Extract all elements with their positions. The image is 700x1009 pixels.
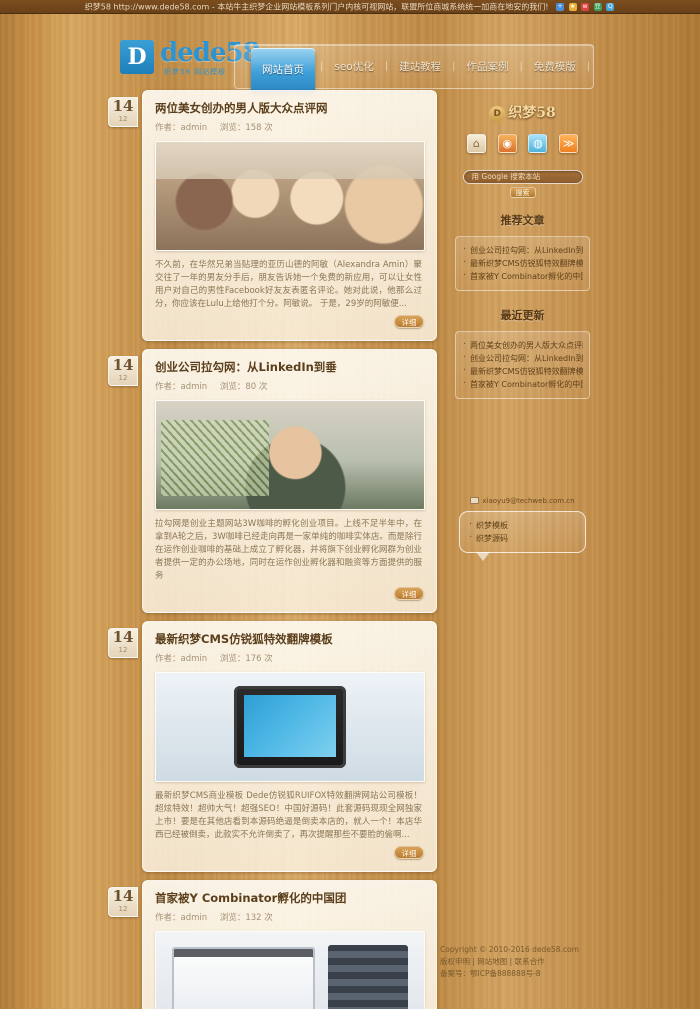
sidebar-logo-badge-icon: D <box>489 106 506 122</box>
article-title[interactable]: 创业公司拉勾网：从LinkedIn到垂 <box>155 360 424 374</box>
nav-item-templates[interactable]: 免费模版 <box>524 59 586 74</box>
qzone-icon[interactable]: Q <box>606 2 615 11</box>
list-item[interactable]: 织梦模板 <box>468 519 577 532</box>
article-title[interactable]: 两位美女创办的男人版大众点评网 <box>155 101 424 115</box>
article-meta: 作者：admin 浏览：176 次 <box>155 652 424 664</box>
sidebar-icon-row: ⌂ ◉ ◍ ≫ <box>455 130 590 163</box>
site-logo[interactable]: D dede58 织梦58 网站模板 <box>120 40 261 80</box>
article-date: 14 12 <box>108 887 138 917</box>
article-date-month: 12 <box>118 646 128 654</box>
article-card[interactable]: 14 12 最新织梦CMS仿锐狐特效翻牌模板 作者：admin 浏览：176 次… <box>108 621 437 872</box>
article-card[interactable]: 14 12 两位美女创办的男人版大众点评网 作者：admin 浏览：158 次 … <box>108 90 437 341</box>
article-date-day: 14 <box>112 628 134 646</box>
article-thumbnail[interactable] <box>155 672 425 782</box>
recommend-heading: 推荐文章 <box>500 213 545 227</box>
list-item[interactable]: 首家被Y Combinator孵化的中国团 <box>462 270 583 283</box>
sidebar-email[interactable]: xiaoyu9@techweb.com.cn <box>455 489 590 509</box>
sidebar: D织梦58 ⌂ ◉ ◍ ≫ 搜索 推荐文章 创业公司拉勾网：从LinkedIn到… <box>455 90 590 1009</box>
article-views: 浏览：176 次 <box>219 654 273 664</box>
top-notice-text: 织梦58 http://www.dede58.com - 本站牛主织梦企业网站模… <box>84 2 549 12</box>
rss-icon[interactable]: ≫ <box>559 134 579 153</box>
list-item[interactable]: 织梦源码 <box>468 532 577 545</box>
eye-icon[interactable]: ◉ <box>497 134 517 153</box>
article-author: 作者：admin <box>155 913 208 923</box>
top-notice-bar: 织梦58 http://www.dede58.com - 本站牛主织梦企业网站模… <box>0 0 700 14</box>
search-button[interactable]: 搜索 <box>509 186 536 198</box>
article-list: 14 12 两位美女创办的男人版大众点评网 作者：admin 浏览：158 次 … <box>108 90 437 1009</box>
sidebar-email-text: xiaoyu9@techweb.com.cn <box>482 496 575 505</box>
article-title[interactable]: 最新织梦CMS仿锐狐特效翻牌模板 <box>155 632 424 646</box>
list-item[interactable]: 创业公司拉勾网：从LinkedIn到垂 <box>462 352 583 365</box>
main-navigation: 网站首页 | seo优化 | 建站教程 | 作品案例 | 免费模版 | <box>234 44 594 92</box>
nav-items: 网站首页 | seo优化 | 建站教程 | 作品案例 | 免费模版 | <box>235 45 591 92</box>
article-date-day: 14 <box>112 97 134 115</box>
article-views: 浏览：80 次 <box>219 382 268 392</box>
article-views: 浏览：132 次 <box>219 913 273 923</box>
recent-list: 两位美女创办的男人版大众点评网 创业公司拉勾网：从LinkedIn到垂 最新织梦… <box>455 330 590 399</box>
sina-icon[interactable]: w <box>581 2 590 11</box>
article-meta: 作者：admin 浏览：158 次 <box>155 121 424 133</box>
logo-subtitle: 织梦58 网站模板 <box>164 68 227 76</box>
favorite-icon[interactable]: ★ <box>568 2 577 11</box>
home-icon[interactable]: ⌂ <box>466 134 486 153</box>
article-meta: 作者：admin 浏览：80 次 <box>155 380 424 392</box>
article-date-month: 12 <box>118 115 128 123</box>
article-date: 14 12 <box>108 356 138 386</box>
sidebar-search: 搜索 <box>455 163 590 202</box>
article-date-month: 12 <box>118 905 128 913</box>
list-item[interactable]: 创业公司拉勾网：从LinkedIn到垂 <box>462 244 583 257</box>
sidebar-logo[interactable]: D 织梦58 <box>455 90 590 130</box>
article-excerpt: 最新织梦CMS商业模板 Dede仿锐狐RUIFOX特效翻牌网站公司模板！超炫特效… <box>155 791 422 840</box>
list-item[interactable]: 两位美女创办的男人版大众点评网 <box>462 339 583 352</box>
article-more-button[interactable]: 详细 <box>394 315 424 328</box>
list-item[interactable]: 首家被Y Combinator孵化的中国团 <box>462 378 583 391</box>
site-footer: Copyright © 2010-2016 dede58.com 版权申明 | … <box>440 944 680 980</box>
footer-icp: 备案号：鄂ICP备888888号-8 <box>440 969 541 978</box>
recent-heading: 最近更新 <box>500 308 545 322</box>
article-date: 14 12 <box>108 628 138 658</box>
site-header: D dede58 织梦58 网站模板 网站首页 | seo优化 | 建站教程 |… <box>0 14 700 92</box>
mail-icon <box>470 497 480 504</box>
article-more-button[interactable]: 详细 <box>394 587 424 600</box>
share-icon[interactable]: + <box>556 2 564 11</box>
top-share-icons: + ★ w 豆 Q <box>555 0 615 13</box>
article-thumbnail[interactable] <box>155 400 425 510</box>
article-thumbnail[interactable] <box>155 931 425 1009</box>
nav-separator: | <box>586 61 591 72</box>
nav-item-home[interactable]: 网站首页 <box>251 47 315 92</box>
recommend-list: 创业公司拉勾网：从LinkedIn到垂 最新织梦CMS仿锐狐特效翻牌模板 首家被… <box>455 235 590 291</box>
article-excerpt: 拉勾网是创业主题网站3W咖啡的孵化创业项目。上线不足半年中，在拿到A轮之后，3W… <box>155 519 422 581</box>
qq-icon[interactable]: ◍ <box>528 134 548 153</box>
article-date-day: 14 <box>112 887 134 905</box>
search-input[interactable] <box>462 169 583 184</box>
article-date: 14 12 <box>108 97 138 127</box>
list-item[interactable]: 最新织梦CMS仿锐狐特效翻牌模板 <box>462 365 583 378</box>
footer-links[interactable]: 版权申明 | 网站地图 | 联系合作 <box>440 956 680 968</box>
article-meta: 作者：admin 浏览：132 次 <box>155 911 424 923</box>
article-date-month: 12 <box>118 374 128 382</box>
nav-item-tutorial[interactable]: 建站教程 <box>389 59 451 74</box>
article-title[interactable]: 首家被Y Combinator孵化的中国团 <box>155 891 424 905</box>
article-more-button[interactable]: 详细 <box>394 846 424 859</box>
article-author: 作者：admin <box>155 654 208 664</box>
footer-copyright: Copyright © 2010-2016 dede58.com <box>440 945 579 954</box>
article-excerpt: 不久前，在华然兄弟当贴理的亚历山德的阿敏（Alexandra Amin）聚交往了… <box>155 260 422 309</box>
sidebar-logo-text: 织梦58 <box>508 105 556 121</box>
nav-item-seo[interactable]: seo优化 <box>324 59 383 74</box>
logo-mark-icon: D <box>120 40 154 74</box>
article-card[interactable]: 14 12 创业公司拉勾网：从LinkedIn到垂 作者：admin 浏览：80… <box>108 349 437 613</box>
article-author: 作者：admin <box>155 382 208 392</box>
douban-icon[interactable]: 豆 <box>593 2 602 11</box>
article-views: 浏览：158 次 <box>219 123 273 133</box>
article-thumbnail[interactable] <box>155 141 425 251</box>
nav-item-cases[interactable]: 作品案例 <box>456 59 518 74</box>
article-author: 作者：admin <box>155 123 208 133</box>
list-item[interactable]: 最新织梦CMS仿锐狐特效翻牌模板 <box>462 257 583 270</box>
sidebar-bubble: 织梦模板 织梦源码 <box>459 510 586 561</box>
article-date-day: 14 <box>112 356 134 374</box>
article-card[interactable]: 14 12 首家被Y Combinator孵化的中国团 作者：admin 浏览：… <box>108 880 437 1009</box>
